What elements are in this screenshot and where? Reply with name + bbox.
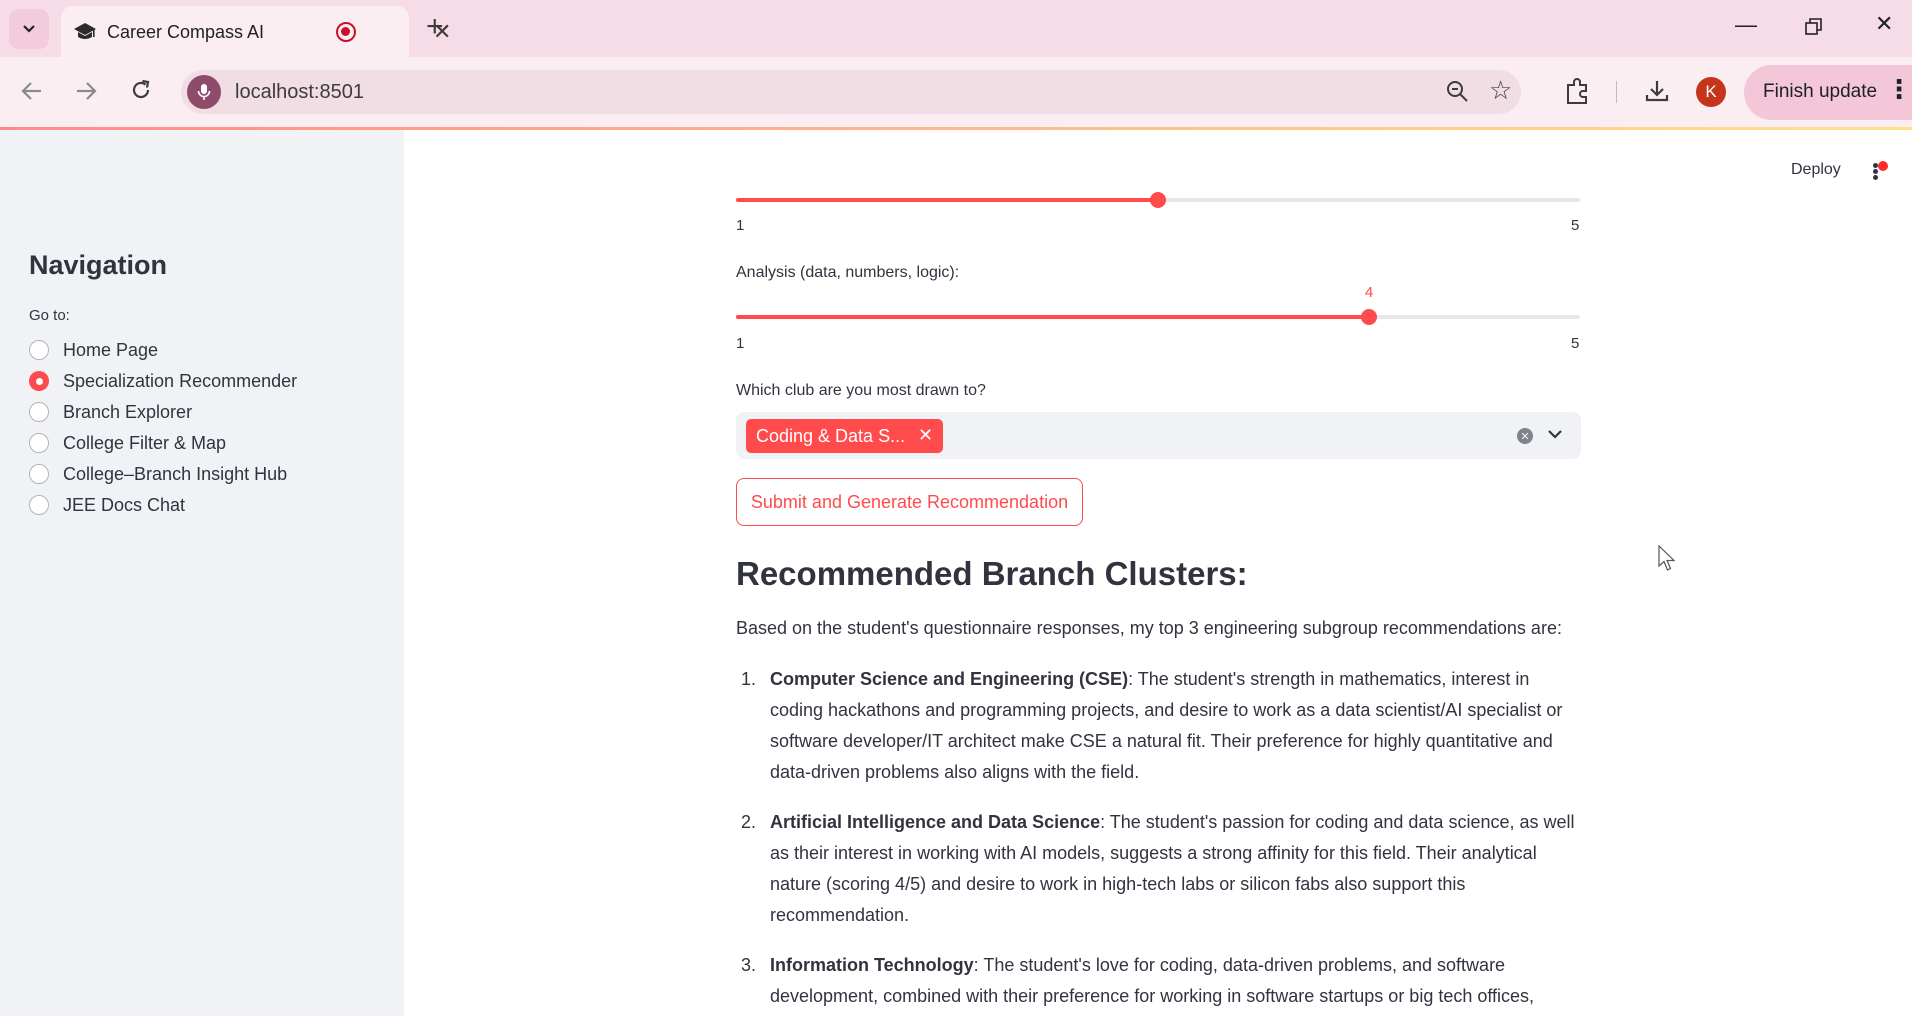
recording-icon[interactable]	[336, 22, 356, 42]
toolbar-divider	[1616, 81, 1617, 103]
sidebar-item-jee-docs-chat[interactable]: JEE Docs Chat	[29, 492, 185, 518]
sidebar-item-branch-explorer[interactable]: Branch Explorer	[29, 399, 192, 425]
club-multiselect[interactable]: Coding & Data S... ✕ ✕	[736, 412, 1581, 459]
slider-thumb[interactable]	[1361, 309, 1377, 325]
slider-min-label: 1	[736, 335, 745, 352]
list-number: 3.	[741, 955, 757, 975]
analysis-slider-track[interactable]: 4	[736, 284, 1580, 325]
graduation-cap-icon	[74, 23, 96, 39]
sidebar-heading: Navigation	[29, 250, 168, 280]
status-dot	[1878, 161, 1888, 171]
minimize-icon[interactable]: —	[1735, 12, 1757, 38]
finish-update-label: Finish update	[1763, 81, 1878, 102]
new-tab-button[interactable]: +	[426, 10, 444, 44]
mic-icon[interactable]	[187, 75, 221, 109]
mouse-cursor-icon	[1658, 545, 1676, 571]
clear-icon[interactable]: ✕	[1517, 428, 1533, 444]
branch-name: Artificial Intelligence and Data Science	[770, 812, 1101, 832]
results-title: Recommended Branch Clusters:	[736, 555, 1248, 592]
star-icon[interactable]: ☆	[1489, 75, 1512, 106]
tab-search-button[interactable]	[9, 9, 49, 49]
sidebar-item-college-filter-map[interactable]: College Filter & Map	[29, 430, 226, 456]
reload-icon[interactable]	[130, 79, 152, 101]
radio-button[interactable]	[29, 340, 49, 360]
branch-name: Information Technology	[770, 955, 974, 975]
list-item: 1. Computer Science and Engineering (CSE)…	[736, 664, 1582, 788]
sidebar-item-label: College Filter & Map	[63, 432, 227, 453]
chevron-down-icon[interactable]	[1546, 425, 1564, 443]
radio-button[interactable]	[29, 402, 49, 422]
goto-label: Go to:	[29, 307, 70, 324]
chip-label: Coding & Data S...	[756, 426, 906, 446]
radio-button[interactable]	[29, 433, 49, 453]
results-intro: Based on the student's questionnaire res…	[736, 618, 1562, 638]
radio-button[interactable]	[29, 464, 49, 484]
forward-icon[interactable]	[75, 81, 97, 101]
club-select-label: Which club are you most drawn to?	[736, 382, 986, 399]
slider-value: 4	[1364, 284, 1374, 301]
analysis-slider-label: Analysis (data, numbers, logic):	[736, 264, 960, 281]
prev-slider-track[interactable]	[736, 192, 1580, 208]
finish-update-button[interactable]: Finish update ⋮	[1744, 65, 1912, 120]
branch-name: Computer Science and Engineering (CSE)	[770, 669, 1129, 689]
radio-button[interactable]	[29, 495, 49, 515]
url-text[interactable]: localhost:8501	[235, 81, 364, 104]
sidebar-item-label: JEE Docs Chat	[63, 494, 186, 515]
list-item: 2. Artificial Intelligence and Data Scien…	[736, 807, 1582, 931]
chevron-down-icon	[23, 25, 35, 33]
list-number: 1.	[741, 669, 757, 689]
browser-tab-active[interactable]: Career Compass AI ✕	[61, 6, 451, 57]
slider-thumb[interactable]	[1150, 192, 1166, 208]
list-item: 3. Information Technology: The student's …	[736, 950, 1582, 1016]
radio-button-selected[interactable]	[29, 371, 49, 391]
sidebar-item-specialization-recommender[interactable]: Specialization Recommender	[29, 368, 297, 394]
selected-chip[interactable]: Coding & Data S... ✕	[746, 419, 943, 453]
back-icon[interactable]	[21, 81, 43, 101]
deploy-button[interactable]: Deploy	[1791, 161, 1841, 179]
sidebar-item-label: College–Branch Insight Hub	[63, 463, 288, 484]
slider-max-label: 5	[1571, 335, 1580, 352]
browser-toolbar: localhost:8501 ☆ K Finish update ⋮	[0, 57, 1912, 127]
tab-title: Career Compass AI	[107, 22, 265, 42]
list-number: 2.	[741, 812, 757, 832]
sidebar-item-label: Branch Explorer	[63, 401, 193, 422]
recommendation-list: 1. Computer Science and Engineering (CSE)…	[736, 664, 1582, 1016]
slider-max-label: 5	[1571, 217, 1580, 234]
chip-remove-icon[interactable]: ✕	[918, 425, 933, 446]
more-vert-icon[interactable]: ⋮	[1886, 76, 1912, 102]
slider-fill	[736, 315, 1369, 319]
profile-avatar[interactable]: K	[1696, 77, 1726, 107]
download-icon[interactable]	[1644, 78, 1670, 104]
zoom-icon[interactable]	[1443, 77, 1471, 105]
main-menu-icon[interactable]	[1868, 160, 1888, 182]
sidebar-item-home[interactable]: Home Page	[29, 337, 158, 363]
restore-icon[interactable]	[1805, 18, 1823, 36]
extensions-icon[interactable]	[1564, 77, 1592, 105]
submit-button[interactable]: Submit and Generate Recommendation	[736, 478, 1083, 526]
slider-min-label: 1	[736, 217, 745, 234]
address-bar[interactable]: localhost:8501 ☆	[181, 70, 1521, 114]
sidebar-item-insight-hub[interactable]: College–Branch Insight Hub	[29, 461, 287, 487]
slider-fill	[736, 198, 1158, 202]
sidebar-item-label: Specialization Recommender	[63, 370, 298, 391]
sidebar-item-label: Home Page	[63, 339, 159, 360]
sidebar: Navigation Go to: Home Page Specializati…	[0, 130, 404, 1016]
browser-tab-strip: Career Compass AI ✕ + — ✕	[0, 0, 1912, 57]
close-window-icon[interactable]: ✕	[1875, 11, 1893, 37]
